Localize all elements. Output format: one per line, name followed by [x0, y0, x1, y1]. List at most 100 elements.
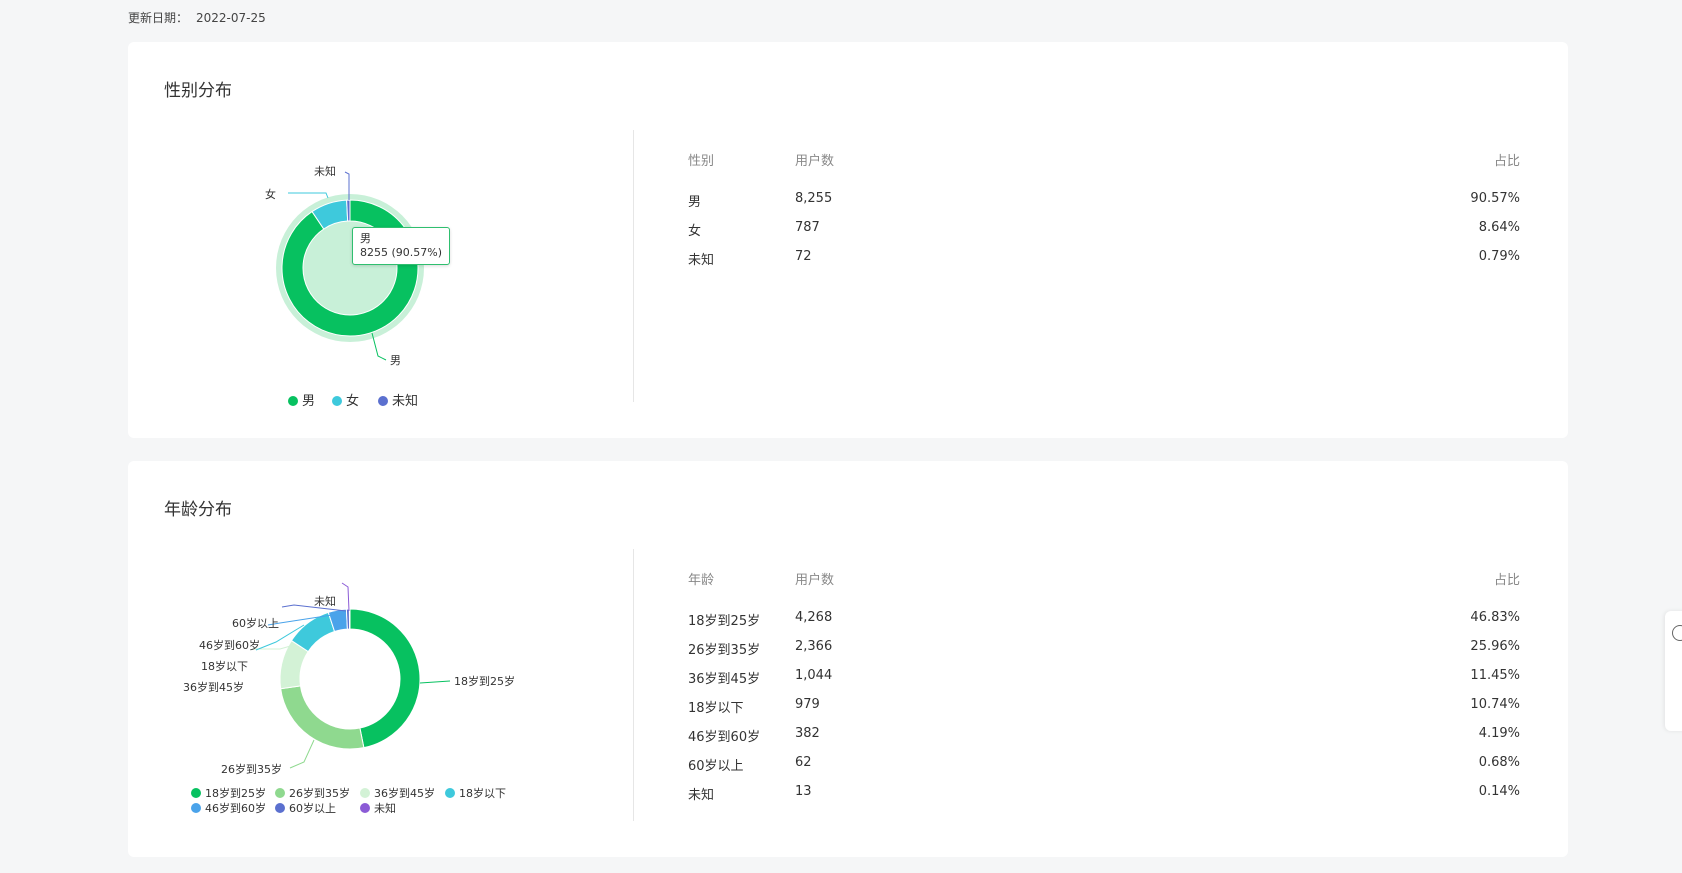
- donut-slice-0[interactable]: [349, 608, 421, 749]
- cell-ratio: 46.83%: [1470, 610, 1520, 625]
- cell-users: 2,366: [795, 639, 833, 654]
- tooltip-value: 8255 (90.57%): [360, 246, 443, 259]
- cell-age: 未知: [688, 788, 715, 803]
- cell-gender: 未知: [688, 253, 715, 268]
- cell-ratio: 11.45%: [1470, 668, 1520, 683]
- legend-item-2[interactable]: 未知: [378, 390, 418, 409]
- legend-item-1[interactable]: 26岁到35岁: [275, 785, 350, 801]
- header-gender: 性别: [688, 154, 715, 169]
- legend-label: 26岁到35岁: [289, 787, 350, 800]
- legend-item-6[interactable]: 未知: [360, 800, 396, 816]
- gender-distribution-card: 性别分布 男女未知 男女未知 男 8255 (90.57%) 性别 用户数 占比…: [128, 42, 1568, 438]
- age-table-header: 年龄 用户数 占比: [688, 569, 1520, 610]
- header-ratio: 占比: [1493, 154, 1520, 169]
- leader-line-1: [288, 192, 329, 199]
- legend-label: 未知: [392, 394, 419, 409]
- legend-dot-icon: [288, 396, 298, 406]
- table-row: 未知 72 0.79%: [688, 249, 1520, 278]
- legend-item-5[interactable]: 60岁以上: [275, 800, 336, 816]
- legend-item-0[interactable]: 18岁到25岁: [191, 785, 266, 801]
- update-date-value: 2022-07-25: [196, 11, 266, 25]
- cell-users: 4,268: [795, 610, 833, 625]
- legend-label: 男: [302, 394, 316, 409]
- legend-item-2[interactable]: 36岁到45岁: [360, 785, 435, 801]
- legend-dot-icon: [191, 788, 201, 798]
- age-legend: 18岁到25岁 26岁到35岁 36岁到45岁 18岁以下 46岁到60岁 60岁以上 未知: [164, 763, 584, 815]
- gender-chart-tooltip: 男 8255 (90.57%): [352, 227, 451, 265]
- cell-users: 72: [795, 249, 812, 264]
- legend-label: 女: [346, 394, 360, 409]
- gender-legend: 男 女 未知: [164, 348, 584, 409]
- legend-item-1[interactable]: 女: [332, 390, 359, 409]
- table-row: 60岁以上 62 0.68%: [688, 755, 1520, 784]
- legend-label: 60岁以上: [289, 802, 336, 815]
- gender-donut-chart[interactable]: 男女未知: [164, 118, 584, 438]
- legend-dot-icon: [275, 788, 285, 798]
- legend-label: 36岁到45岁: [374, 787, 435, 800]
- leader-line-6: [341, 582, 350, 612]
- cell-age: 46岁到60岁: [688, 730, 761, 745]
- header-users: 用户数: [795, 154, 835, 169]
- table-row: 未知 13 0.14%: [688, 784, 1520, 813]
- slice-label-5: 60岁以上: [232, 616, 279, 630]
- donut-slice-2[interactable]: [346, 199, 351, 222]
- slice-label-2: 未知: [314, 164, 336, 178]
- legend-label: 未知: [374, 802, 396, 815]
- legend-dot-icon: [332, 396, 342, 406]
- cell-age: 36岁到45岁: [688, 672, 761, 687]
- cell-ratio: 0.14%: [1478, 784, 1520, 799]
- cell-users: 1,044: [795, 668, 833, 683]
- header-users: 用户数: [795, 573, 835, 588]
- cell-age: 60岁以上: [688, 759, 744, 774]
- legend-item-4[interactable]: 46岁到60岁: [191, 800, 266, 816]
- cell-age: 18岁到25岁: [688, 614, 761, 629]
- legend-dot-icon: [360, 788, 370, 798]
- legend-item-0[interactable]: 男: [288, 390, 315, 409]
- cell-ratio: 0.68%: [1478, 755, 1520, 770]
- table-row: 46岁到60岁 382 4.19%: [688, 726, 1520, 755]
- legend-dot-icon: [191, 803, 201, 813]
- age-distribution-card: 年龄分布 18岁到25岁 26岁到35岁 36岁到45岁 18岁以下 46岁到60岁 60…: [128, 461, 1568, 857]
- legend-dot-icon: [378, 396, 388, 406]
- cell-age: 26岁到35岁: [688, 643, 761, 658]
- slice-label-2: 36岁到45岁: [183, 680, 244, 694]
- donut-slice-1[interactable]: [280, 685, 365, 750]
- header-age: 年龄: [688, 573, 715, 588]
- slice-label-3: 18岁以下: [201, 659, 248, 673]
- legend-label: 18岁到25岁: [205, 787, 266, 800]
- gender-chart-area: 男女未知 男女未知: [164, 118, 584, 438]
- legend-dot-icon: [445, 788, 455, 798]
- table-row: 18岁以下 979 10.74%: [688, 697, 1520, 726]
- cell-age: 18岁以下: [688, 701, 744, 716]
- cell-ratio: 0.79%: [1478, 249, 1520, 264]
- gender-divider: [633, 130, 634, 402]
- help-icon: [1672, 625, 1682, 641]
- table-row: 男 8,255 90.57%: [688, 191, 1520, 220]
- cell-users: 979: [795, 697, 820, 712]
- gender-table-header: 性别 用户数 占比: [688, 150, 1520, 191]
- cell-ratio: 4.19%: [1478, 726, 1520, 741]
- gender-card-title: 性别分布: [164, 81, 232, 101]
- header-ratio: 占比: [1493, 573, 1520, 588]
- cell-ratio: 90.57%: [1470, 191, 1520, 206]
- table-row: 女 787 8.64%: [688, 220, 1520, 249]
- table-row: 26岁到35岁 2,366 25.96%: [688, 639, 1520, 668]
- cell-gender: 男: [688, 195, 702, 210]
- tooltip-series-name: 男: [360, 232, 371, 245]
- legend-dot-icon: [360, 803, 370, 813]
- slice-label-6: 未知: [314, 594, 336, 608]
- legend-dot-icon: [275, 803, 285, 813]
- legend-item-3[interactable]: 18岁以下: [445, 785, 506, 801]
- cell-ratio: 25.96%: [1470, 639, 1520, 654]
- slice-label-0: 18岁到25岁: [454, 674, 515, 688]
- leader-line-0: [419, 680, 451, 684]
- cell-users: 62: [795, 755, 812, 770]
- slice-label-4: 46岁到60岁: [199, 638, 260, 652]
- slice-label-1: 女: [265, 187, 276, 201]
- cell-users: 787: [795, 220, 820, 235]
- side-help-tab[interactable]: [1665, 611, 1682, 731]
- cell-users: 382: [795, 726, 820, 741]
- legend-label: 18岁以下: [459, 787, 506, 800]
- cell-users: 8,255: [795, 191, 833, 206]
- donut-slice-6[interactable]: [348, 608, 351, 630]
